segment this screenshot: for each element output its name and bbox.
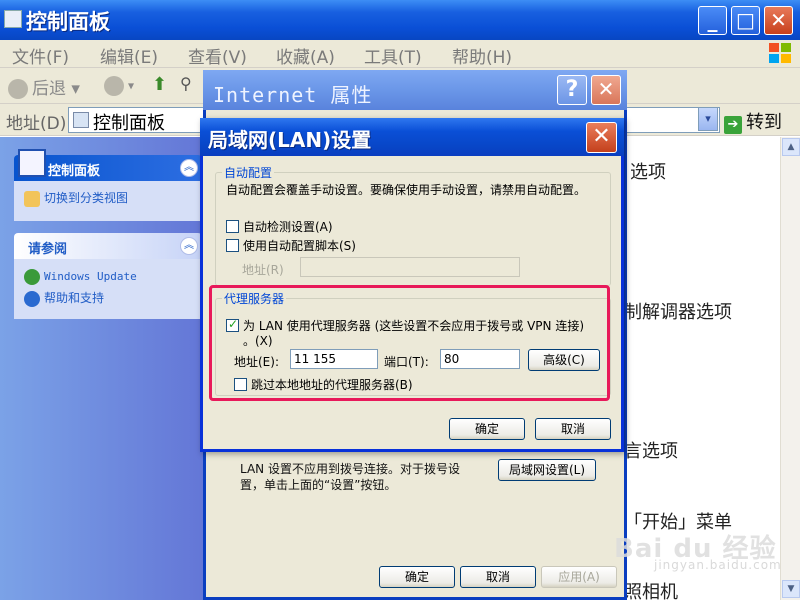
address-value: 控制面板 — [93, 113, 165, 134]
control-panel-icon — [4, 10, 22, 28]
checkbox-box — [226, 220, 239, 233]
scroll-up-icon[interactable]: ▲ — [782, 138, 800, 156]
checkbox-box — [226, 239, 239, 252]
background-item-text: 制解调器选项 — [624, 302, 732, 323]
annotation-highlight-box — [209, 285, 610, 401]
close-button[interactable]: ✕ — [591, 75, 621, 105]
scroll-down-icon[interactable]: ▼ — [782, 580, 800, 598]
control-panel-panel-header[interactable]: 控制面板 ︽ — [14, 149, 202, 181]
menu-help[interactable]: 帮助(H) — [452, 43, 512, 68]
help-support-link[interactable]: 帮助和支持 — [24, 289, 104, 307]
apply-button[interactable]: 应用(A) — [541, 566, 617, 588]
lan-settings-button[interactable]: 局域网设置(L) — [498, 459, 596, 481]
use-script-checkbox[interactable]: 使用自动配置脚本(S) — [226, 237, 356, 254]
cancel-button[interactable]: 取消 — [460, 566, 536, 588]
search-icon[interactable]: ⚲ — [180, 74, 192, 93]
auto-config-group: 自动配置 自动配置会覆盖手动设置。要确保使用手动设置，请禁用自动配置。 自动检测… — [215, 164, 611, 286]
close-button[interactable]: ✕ — [764, 6, 793, 35]
group-label: 自动配置 — [222, 164, 275, 181]
background-item-text: 言选项 — [624, 441, 678, 462]
auto-detect-checkbox[interactable]: 自动检测设置(A) — [226, 218, 333, 235]
ok-button[interactable]: 确定 — [449, 418, 525, 440]
dialog-title: 局域网(LAN)设置 — [208, 128, 372, 152]
menu-edit[interactable]: 编辑(E) — [100, 43, 158, 68]
script-address-label: 地址(R) — [242, 263, 284, 277]
menu-tools[interactable]: 工具(T) — [364, 43, 422, 68]
dialog-title: Internet 属性 — [213, 83, 373, 107]
windows-update-link[interactable]: Windows Update — [24, 269, 137, 285]
window-title: 控制面板 — [26, 10, 110, 34]
menu-view[interactable]: 查看(V) — [188, 43, 247, 68]
lan-text: LAN 设置不应用到拨号连接。对于拨号设 — [240, 462, 460, 476]
address-dropdown-button[interactable]: ▾ — [698, 107, 718, 131]
background-item-text: 选项 — [630, 162, 666, 183]
see-also-panel-body: Windows Update 帮助和支持 — [14, 259, 202, 319]
windows-update-icon — [24, 269, 40, 285]
ok-button[interactable]: 确定 — [379, 566, 455, 588]
help-button[interactable]: ? — [557, 75, 587, 105]
collapse-chevron-icon[interactable]: ︽ — [180, 159, 198, 177]
baidu-watermark: Bai du 经验 jingyan.baidu.com — [614, 534, 782, 572]
help-icon — [24, 290, 40, 307]
back-arrow-icon — [8, 79, 28, 99]
script-address-input[interactable] — [300, 257, 520, 277]
control-panel-icon — [18, 149, 46, 177]
cancel-button[interactable]: 取消 — [535, 418, 611, 440]
address-label: 地址(D) — [6, 114, 67, 134]
menu-bar: 文件(F) 编辑(E) 查看(V) 收藏(A) 工具(T) 帮助(H) — [0, 40, 800, 68]
collapse-chevron-icon[interactable]: ︽ — [180, 237, 198, 255]
switch-view-icon — [24, 190, 40, 207]
task-pane: 控制面板 ︽ 切换到分类视图 请参阅 ︽ Windows Update 帮助和支… — [0, 137, 210, 600]
vertical-scrollbar[interactable]: ▲ ▼ — [780, 137, 800, 600]
windows-logo-icon — [769, 43, 791, 63]
menu-favorites[interactable]: 收藏(A) — [276, 43, 335, 68]
dialog-titlebar: 局域网(LAN)设置 ✕ — [200, 118, 624, 156]
up-folder-icon[interactable]: ⬆ — [152, 74, 167, 95]
window-titlebar: 控制面板 _ □ ✕ — [0, 0, 800, 40]
close-button[interactable]: ✕ — [586, 122, 617, 153]
panel-title: 控制面板 — [48, 164, 101, 179]
lan-text: 置，单击上面的“设置”按钮。 — [240, 478, 397, 492]
background-item-text: 照相机 — [624, 582, 678, 603]
auto-config-description: 自动配置会覆盖手动设置。要确保使用手动设置，请禁用自动配置。 — [226, 183, 587, 197]
forward-button[interactable]: ▾ — [104, 76, 134, 96]
back-button[interactable]: 后退 ▾ — [8, 74, 80, 99]
dialog-titlebar: Internet 属性 ? ✕ — [203, 70, 627, 110]
control-panel-small-icon — [73, 112, 89, 128]
go-arrow-icon: ➔ — [724, 116, 742, 134]
control-panel-panel-body: 切换到分类视图 — [14, 181, 202, 221]
panel-title: 请参阅 — [28, 242, 68, 257]
maximize-button[interactable]: □ — [731, 6, 760, 35]
minimize-button[interactable]: _ — [698, 6, 727, 35]
switch-category-view-link[interactable]: 切换到分类视图 — [24, 189, 128, 207]
see-also-panel-header[interactable]: 请参阅 ︽ — [14, 233, 202, 259]
menu-file[interactable]: 文件(F) — [12, 43, 69, 68]
go-button[interactable]: ➔ 转到 — [724, 108, 782, 134]
forward-arrow-icon — [104, 76, 124, 96]
